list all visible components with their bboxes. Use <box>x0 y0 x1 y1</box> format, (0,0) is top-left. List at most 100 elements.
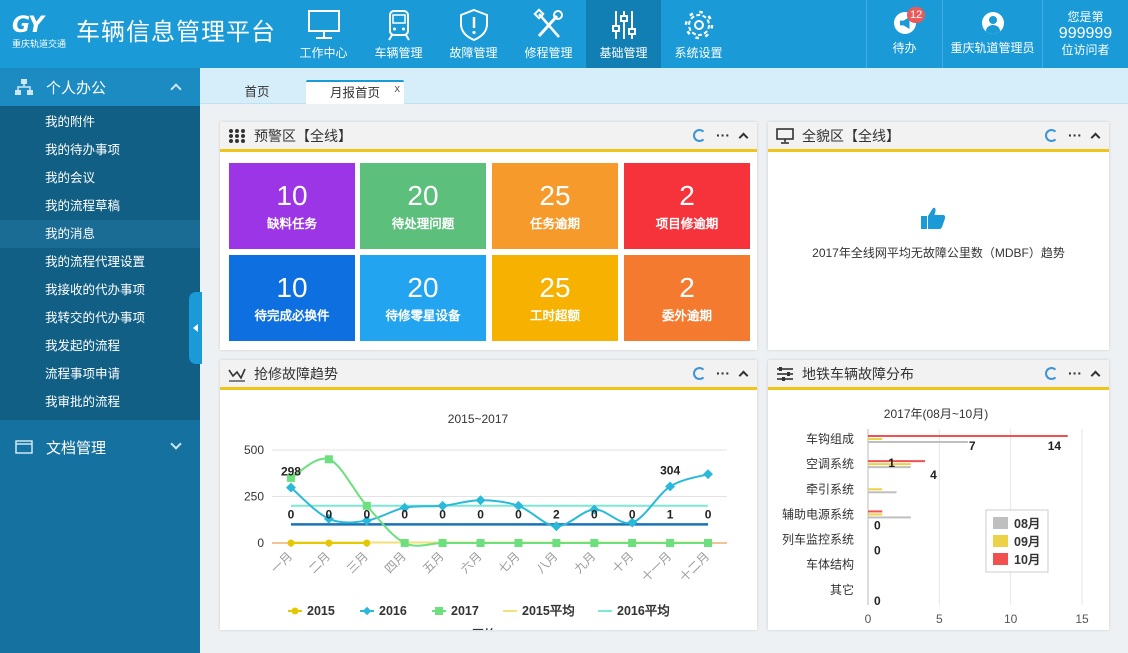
sidebar-item-initiated-flows[interactable]: 我发起的流程 <box>0 332 200 360</box>
tab-monthly-report[interactable]: 月报首页 x <box>306 80 404 104</box>
x-tick-label: 七月 <box>496 549 523 576</box>
close-icon[interactable]: x <box>395 78 401 100</box>
legend-label: 2015 <box>307 604 335 618</box>
x-tick-label: 十月 <box>609 549 636 576</box>
refresh-icon[interactable] <box>1045 366 1058 380</box>
tile-label: 任务逾期 <box>529 217 580 231</box>
refresh-icon[interactable] <box>693 128 706 142</box>
sidebar-item-flow-request[interactable]: 流程事项申请 <box>0 360 200 388</box>
data-point <box>628 539 637 547</box>
tile-equipment-repair[interactable]: 20 待修零星设备 <box>360 255 486 341</box>
refresh-icon[interactable] <box>1045 128 1058 142</box>
user-menu[interactable]: 重庆轨道管理员 <box>942 0 1042 68</box>
bar-10月 <box>868 510 883 513</box>
bar-10月 <box>868 435 1068 437</box>
tile-label: 待完成必换件 <box>254 309 330 323</box>
legend-item-10月[interactable]: 10月 <box>993 553 1040 567</box>
legend-item-2016[interactable]: 2016 <box>360 604 407 618</box>
panel-header: 全貌区【全线】 ··· <box>768 122 1109 152</box>
legend-item-2016平均[interactable]: 2016平均 <box>598 603 670 618</box>
grid-dots-icon <box>229 128 245 143</box>
refresh-icon[interactable] <box>693 366 706 380</box>
sidebar-item-messages[interactable]: 我的消息 <box>0 220 200 248</box>
collapse-icon[interactable] <box>738 370 749 380</box>
sidebar-item-attachments[interactable]: 我的附件 <box>0 108 200 136</box>
legend-swatch <box>993 517 1008 529</box>
x-tick-label: 二月 <box>306 549 333 576</box>
legend-swatch <box>993 535 1008 547</box>
tile-label: 缺料任务 <box>266 217 317 231</box>
y-tick-label: 辅助电源系统 <box>782 507 854 521</box>
window-icon <box>15 440 33 454</box>
y-tick-label: 空调系统 <box>806 457 854 471</box>
data-label: 298 <box>281 465 301 479</box>
sidebar-group-document-management[interactable]: 文档管理 <box>0 428 200 466</box>
nav-system-settings[interactable]: 系统设置 <box>661 0 736 68</box>
data-point <box>325 539 333 547</box>
legend-item-2015平均[interactable]: 2015平均 <box>503 603 575 618</box>
top-navigation: 工作中心 车辆管理 故障管理 修程管理 基础管理 系统设置 <box>286 0 736 68</box>
data-label: 0 <box>288 507 295 521</box>
nav-fault-management[interactable]: 故障管理 <box>436 0 511 68</box>
nav-label: 系统设置 <box>674 46 723 60</box>
sidebar-item-approved-flows[interactable]: 我审批的流程 <box>0 388 200 416</box>
nav-vehicle-management[interactable]: 车辆管理 <box>361 0 436 68</box>
sidebar-group-label: 文档管理 <box>46 439 107 457</box>
tile-project-overdue[interactable]: 2 项目修逾期 <box>624 163 750 249</box>
sidebar-item-transferred-proxy[interactable]: 我转交的代办事项 <box>0 304 200 332</box>
chart-legend: 08月 09月 10月 <box>985 509 1049 573</box>
tab-label: 月报首页 <box>329 86 380 100</box>
todo-button[interactable]: 12 待办 <box>866 0 942 68</box>
sidebar-item-received-proxy[interactable]: 我接收的代办事项 <box>0 276 200 304</box>
collapse-icon[interactable] <box>1090 370 1101 380</box>
more-icon[interactable]: ··· <box>1068 128 1082 142</box>
collapse-icon[interactable] <box>1090 132 1101 142</box>
tile-label: 委外逾期 <box>661 309 712 323</box>
legend-item-2017平均[interactable]: 2017平均 <box>425 627 497 630</box>
legend-item-2017[interactable]: 2017 <box>432 604 479 618</box>
y-tick-label: 0 <box>257 536 264 550</box>
legend-item-09月[interactable]: 09月 <box>993 535 1040 549</box>
data-label: 7 <box>969 439 976 453</box>
visitor-number: 999999 <box>1058 25 1113 42</box>
legend-item-08月[interactable]: 08月 <box>993 517 1040 531</box>
sidebar-collapse-handle[interactable] <box>189 292 202 364</box>
sidebar-item-proxy-settings[interactable]: 我的流程代理设置 <box>0 248 200 276</box>
data-label: 0 <box>326 507 333 521</box>
tile-missing-material[interactable]: 10 缺料任务 <box>229 163 355 249</box>
more-icon[interactable]: ··· <box>716 366 730 380</box>
tab-home[interactable]: 首页 <box>210 80 304 104</box>
data-point <box>704 539 713 547</box>
tile-pending-issues[interactable]: 20 待处理问题 <box>360 163 486 249</box>
header-right: 12 待办 重庆轨道管理员 您是第 999999 位访问者 <box>866 0 1128 68</box>
tile-required-parts[interactable]: 10 待完成必换件 <box>229 255 355 341</box>
more-icon[interactable]: ··· <box>716 128 730 142</box>
sidebar-group-personal-office[interactable]: 个人办公 <box>0 68 200 106</box>
nav-work-center[interactable]: 工作中心 <box>286 0 361 68</box>
x-tick-label: 5 <box>936 612 943 626</box>
collapse-icon[interactable] <box>738 132 749 142</box>
nav-repair-management[interactable]: 修程管理 <box>511 0 586 68</box>
panel-tools: ··· <box>693 128 749 142</box>
tile-label: 项目修逾期 <box>655 217 719 231</box>
more-icon[interactable]: ··· <box>1068 366 1082 380</box>
tile-outsource-overdue[interactable]: 2 委外逾期 <box>624 255 750 341</box>
chart-title: 2017年(08月~10月) <box>884 407 988 421</box>
y-tick-label: 牵引系统 <box>806 482 854 496</box>
sidebar-item-meetings[interactable]: 我的会议 <box>0 164 200 192</box>
nav-base-management[interactable]: 基础管理 <box>586 0 661 68</box>
data-label: 304 <box>660 463 680 477</box>
data-point <box>551 521 562 532</box>
y-tick-label: 500 <box>244 443 264 457</box>
panel-header: 预警区【全线】 ··· <box>220 122 757 152</box>
data-label: 0 <box>515 507 522 521</box>
tile-overtime[interactable]: 25 工时超额 <box>492 255 618 341</box>
sidebar-item-drafts[interactable]: 我的流程草稿 <box>0 192 200 220</box>
tile-value: 2 <box>679 180 695 211</box>
legend-item-2015[interactable]: 2015 <box>288 604 335 618</box>
sidebar-item-todo[interactable]: 我的待办事项 <box>0 136 200 164</box>
x-tick-label: 八月 <box>534 549 561 576</box>
data-point <box>514 539 523 547</box>
tile-overdue-tasks[interactable]: 25 任务逾期 <box>492 163 618 249</box>
data-point <box>324 455 333 464</box>
